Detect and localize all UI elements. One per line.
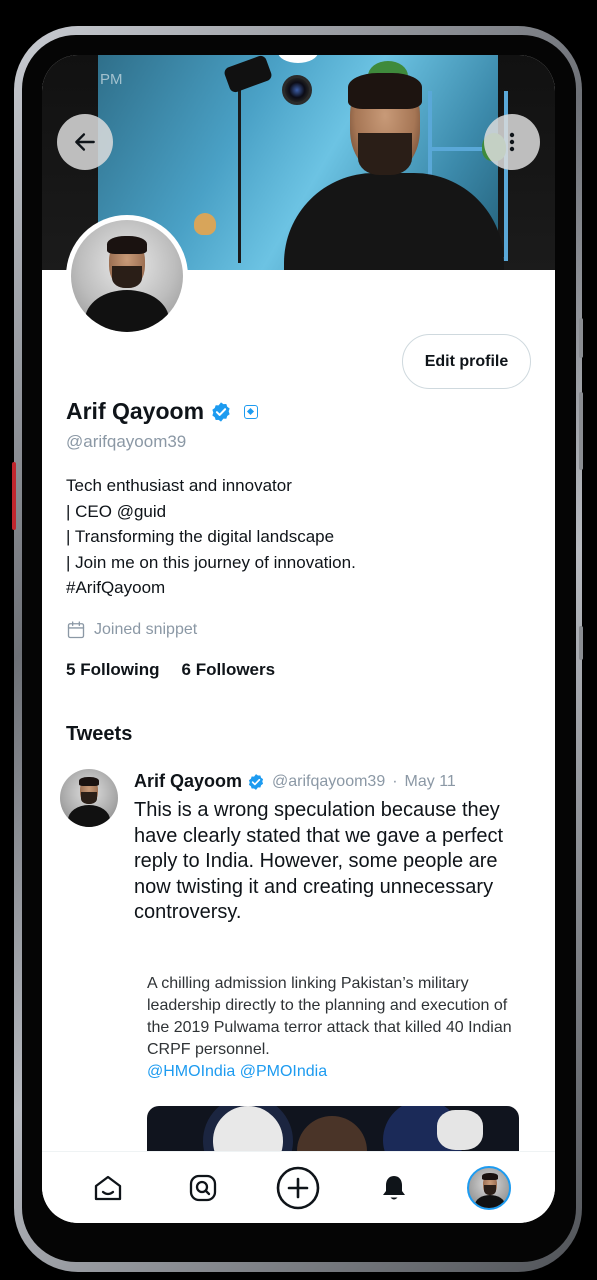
more-vertical-icon: [509, 132, 515, 152]
nav-home[interactable]: [83, 1163, 133, 1213]
tweet-header: Arif Qayoom @arifqayoom39 · May 11: [134, 771, 456, 792]
quoted-tweet-mentions[interactable]: @HMOIndia @PMOIndia: [147, 1061, 527, 1083]
following-link[interactable]: 5 Following: [66, 660, 160, 680]
joined-text: Joined snippet: [94, 621, 198, 638]
quoted-tweet-text: A chilling admission linking Pakistan’s …: [147, 975, 512, 1058]
compose-plus-icon: [277, 1166, 320, 1209]
bio-line: | CEO @guid: [66, 501, 167, 521]
arrow-left-icon: [75, 133, 95, 151]
tweet-separator: ·: [392, 772, 398, 790]
bio-line: Tech enthusiast and innovator: [66, 476, 292, 495]
back-button[interactable]: [57, 114, 113, 170]
profile-handle: @arifqayoom39: [66, 432, 187, 451]
volume-down-button: [579, 392, 583, 470]
verified-badge-icon: [248, 773, 264, 790]
profile-avatar: [467, 1165, 512, 1210]
following-label: Following: [80, 660, 160, 679]
nav-profile[interactable]: [464, 1163, 514, 1213]
following-count: 5: [66, 660, 76, 679]
bell-icon: [382, 1175, 405, 1199]
tweets-heading: Tweets: [66, 723, 133, 745]
search-icon: [189, 1174, 217, 1201]
edit-profile-button[interactable]: Edit profile: [402, 334, 531, 389]
nav-search[interactable]: [178, 1163, 228, 1213]
tweet-author-avatar[interactable]: [60, 769, 118, 827]
calendar-icon: [67, 621, 85, 639]
tweet-text: This is a wrong speculation because they…: [134, 799, 504, 924]
followers-link[interactable]: 6 Followers: [182, 660, 276, 680]
volume-up-button: [579, 318, 583, 358]
verified-badge-icon: [212, 401, 230, 422]
follow-stats: 5 Following 6 Followers: [66, 660, 275, 680]
more-options-button[interactable]: [484, 114, 540, 170]
affiliate-badge-icon: [244, 404, 259, 419]
status-time: PM: [100, 71, 123, 88]
followers-label: Followers: [195, 660, 276, 679]
nav-notifications[interactable]: [369, 1163, 419, 1213]
followers-count: 6: [181, 660, 191, 679]
bio-line: | Transforming the digital landscape: [66, 527, 335, 547]
avatar-image: [71, 220, 183, 332]
profile-name-row: Arif Qayoom: [66, 398, 259, 425]
joined-row: Joined snippet: [66, 620, 197, 640]
profile-avatar[interactable]: [66, 215, 188, 337]
home-icon: [94, 1175, 121, 1200]
nav-compose[interactable]: [273, 1163, 323, 1213]
app-screen: PM Edit profile Arif Qayoom @arifqayoom3…: [42, 55, 555, 1223]
front-camera: [282, 75, 312, 105]
bio-hashtag: #ArifQayoom: [66, 578, 166, 598]
tweet-date: May 11: [404, 772, 456, 790]
profile-bio: Tech enthusiast and innovator | CEO @gui…: [66, 473, 356, 601]
tweet-author-handle: @arifqayoom39: [272, 772, 386, 790]
edge-indicator: [12, 462, 16, 530]
profile-name: Arif Qayoom: [66, 398, 205, 424]
quoted-tweet[interactable]: A chilling admission linking Pakistan’s …: [147, 973, 527, 1083]
bottom-navigation: [42, 1151, 555, 1223]
tweet-author-name[interactable]: Arif Qayoom: [134, 771, 242, 792]
bio-line: | Join me on this journey of innovation.: [66, 552, 356, 572]
power-button: [579, 626, 583, 660]
